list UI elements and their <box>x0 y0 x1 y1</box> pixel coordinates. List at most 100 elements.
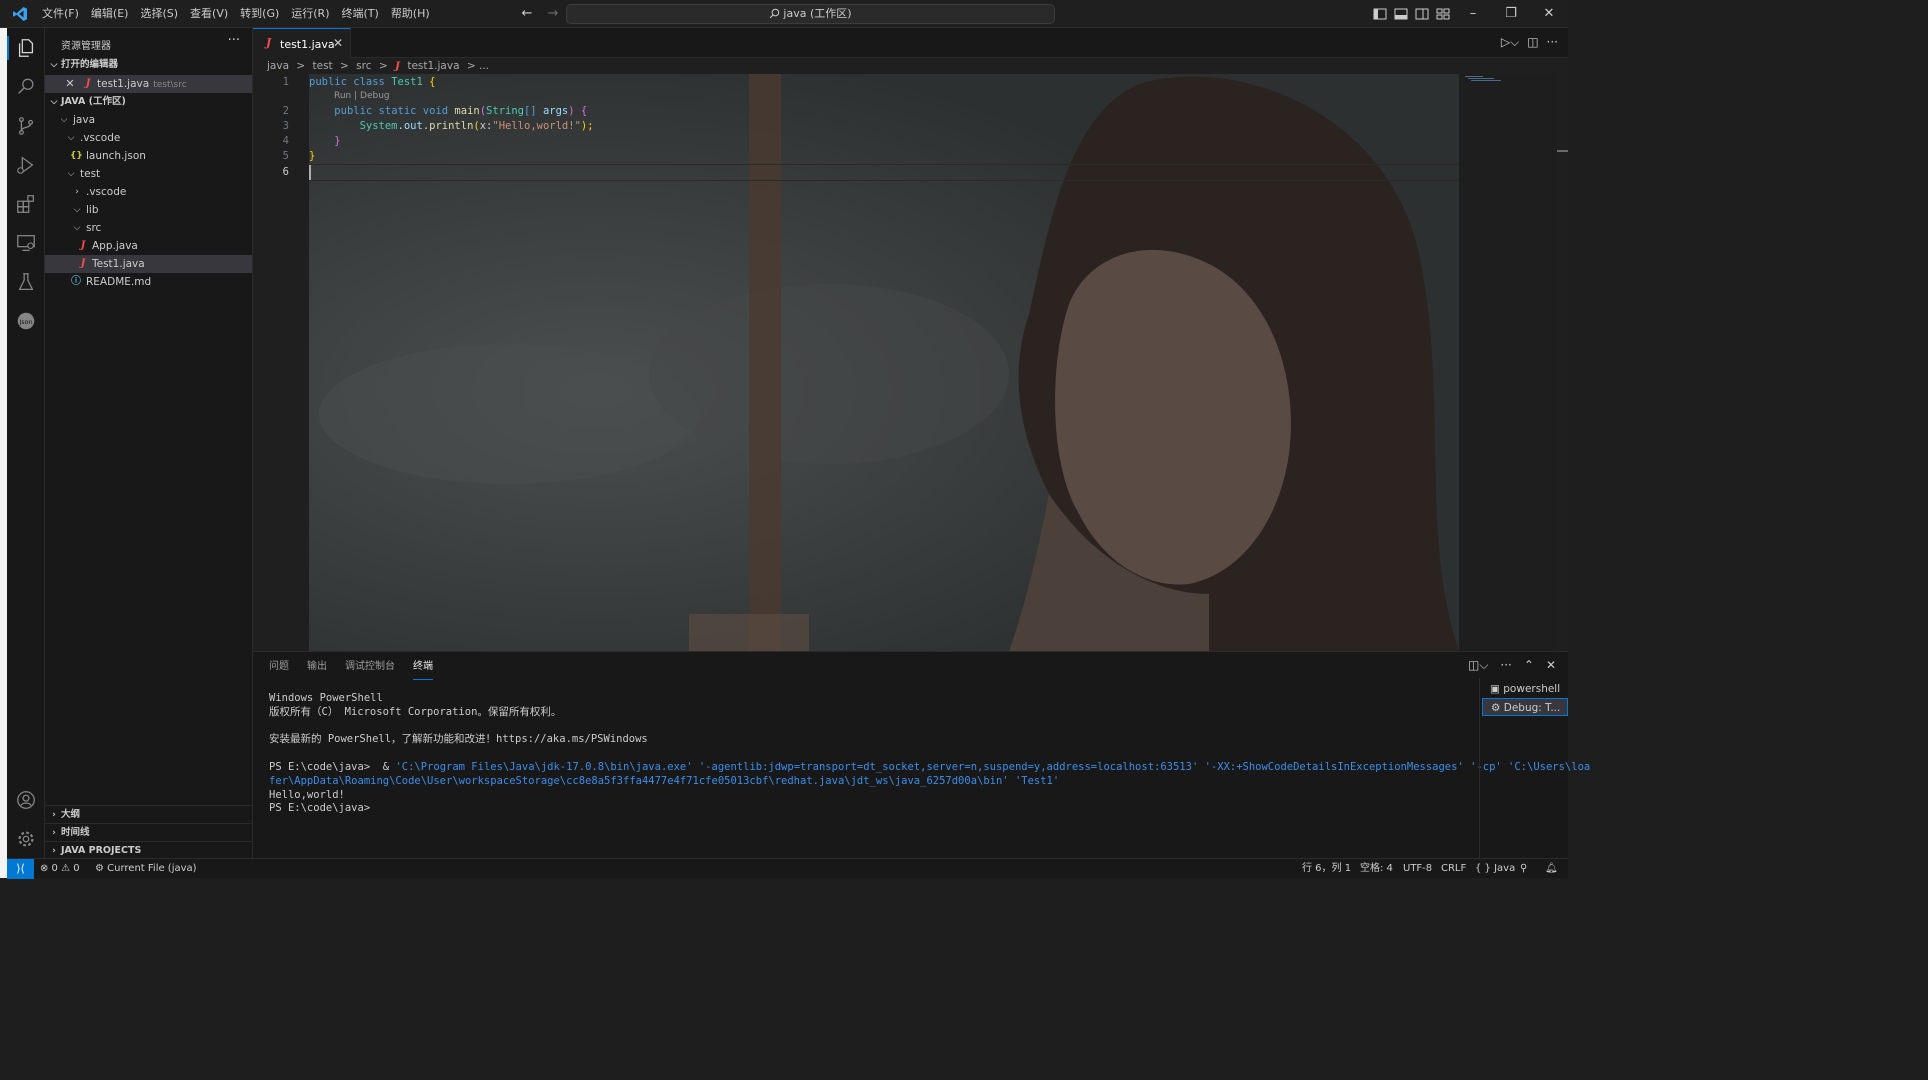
code-editor[interactable]: 1 2 3 4 5 6 public class Test1 { Run | D… <box>253 74 1568 651</box>
line-number: 6 <box>282 166 289 178</box>
java-projects-header[interactable]: › JAVA PROJECTS <box>45 841 252 859</box>
tab-test1-java[interactable]: J test1.java ✕ <box>253 28 351 58</box>
minimize-icon[interactable]: – <box>1454 0 1492 28</box>
indentation-status[interactable]: 空格: 4 <box>1360 859 1393 879</box>
source-control-icon[interactable] <box>15 115 37 137</box>
more-actions-icon[interactable]: ··· <box>228 33 240 48</box>
breadcrumb-item[interactable]: test1.java <box>407 60 459 72</box>
close-icon[interactable]: ✕ <box>65 75 75 93</box>
panel-tabs: 问题 输出 调试控制台 终端 <box>269 660 433 680</box>
panel-actions: ◫⌵ ··· ⌃ ✕ <box>1468 658 1556 673</box>
menu-go[interactable]: 转到(G) <box>234 0 285 28</box>
menu-selection[interactable]: 选择(S) <box>134 0 184 28</box>
outline-header[interactable]: › 大纲 <box>45 805 252 823</box>
close-window-icon[interactable]: ✕ <box>1530 0 1568 28</box>
chevron-down-icon: ⌵ <box>60 115 68 125</box>
open-editor-item[interactable]: ✕ J test1.java test\src <box>45 75 252 93</box>
toggle-primary-sidebar-icon[interactable] <box>1372 6 1388 22</box>
remote-indicator-icon[interactable]: ⟩⟨ <box>7 859 34 879</box>
feedback-icon[interactable]: ⚲ <box>1520 859 1527 879</box>
tree-folder-java[interactable]: ⌵ java <box>45 111 252 129</box>
scrollbar-thumb[interactable] <box>1557 150 1568 152</box>
json-icon[interactable]: Json <box>15 310 37 332</box>
remote-explorer-icon[interactable] <box>15 232 37 254</box>
menu-run[interactable]: 运行(R) <box>285 0 335 28</box>
problems-status[interactable]: ⊗ 0 ⚠ 0 <box>40 859 80 879</box>
chevron-right-icon: › <box>52 810 56 820</box>
tree-file-readme[interactable]: ⓘ README.md <box>45 273 252 291</box>
run-icon[interactable]: ▷⌵ <box>1501 35 1519 50</box>
close-icon[interactable]: ✕ <box>333 36 343 50</box>
tab-terminal[interactable]: 终端 <box>413 660 433 680</box>
back-arrow-icon[interactable]: ← <box>518 5 536 23</box>
tree-file-test1-java[interactable]: J Test1.java <box>45 255 252 273</box>
toggle-secondary-sidebar-icon[interactable] <box>1414 6 1430 22</box>
maximize-panel-icon[interactable]: ⌃ <box>1524 658 1534 673</box>
close-panel-icon[interactable]: ✕ <box>1546 658 1556 673</box>
testing-icon[interactable] <box>15 271 37 293</box>
timeline-header[interactable]: › 时间线 <box>45 823 252 841</box>
tree-folder-src[interactable]: ⌵ src <box>45 219 252 237</box>
split-editor-icon[interactable]: ◫ <box>1527 35 1538 50</box>
search-icon[interactable] <box>15 76 37 98</box>
code-line: System.out.println(x:"Hello,world!"); <box>359 120 594 132</box>
more-actions-icon[interactable]: ··· <box>1547 35 1558 50</box>
breadcrumb-item[interactable]: src <box>356 60 371 72</box>
text-cursor <box>309 165 311 180</box>
open-editors-header[interactable]: ⌵ 打开的编辑器 <box>45 56 252 74</box>
menu-help[interactable]: 帮助(H) <box>385 0 436 28</box>
current-line-highlight <box>309 164 1459 181</box>
toggle-panel-icon[interactable] <box>1393 6 1409 22</box>
minimap[interactable] <box>1459 74 1557 651</box>
menu-edit[interactable]: 编辑(E) <box>85 0 135 28</box>
notifications-bell-icon[interactable]: 🔔︎ <box>1545 859 1558 879</box>
line-number: 1 <box>282 76 289 88</box>
split-terminal-icon[interactable]: ◫⌵ <box>1468 658 1488 673</box>
window-controls: – ❐ ✕ <box>1454 0 1568 28</box>
tree-folder-test-vscode[interactable]: › .vscode <box>45 183 252 201</box>
terminal-icon: ▣ <box>1490 683 1504 695</box>
tree-file-app-java[interactable]: J App.java <box>45 237 252 255</box>
tree-folder-test[interactable]: ⌵ test <box>45 165 252 183</box>
chevron-down-icon: ⌵ <box>67 133 75 143</box>
breadcrumb-separator: > ... <box>466 60 490 72</box>
run-debug-codelens[interactable]: Run | Debug <box>334 91 390 101</box>
restore-icon[interactable]: ❐ <box>1492 0 1530 28</box>
extensions-icon[interactable] <box>15 193 37 215</box>
tree-folder-lib[interactable]: ⌵ lib <box>45 201 252 219</box>
language-mode-status[interactable]: { } Java <box>1475 859 1515 879</box>
command-center-search[interactable]: java (工作区) <box>566 4 1055 24</box>
tab-output[interactable]: 输出 <box>307 660 327 680</box>
vscode-logo-icon <box>13 7 27 21</box>
settings-gear-icon[interactable] <box>15 828 37 850</box>
terminal-prompt: PS E:\code\java> <box>269 802 371 815</box>
terminal-instance-powershell[interactable]: ▣ powershell <box>1482 680 1568 698</box>
tab-problems[interactable]: 问题 <box>269 660 289 680</box>
code-line: public class Test1 { <box>309 76 436 88</box>
tab-label: test1.java <box>280 38 335 51</box>
tree-folder-vscode[interactable]: ⌵ .vscode <box>45 129 252 147</box>
cursor-position-status[interactable]: 行 6，列 1 <box>1302 859 1351 879</box>
run-debug-icon[interactable] <box>15 154 37 176</box>
breadcrumb-item[interactable]: test <box>313 60 333 72</box>
terminal-instance-debug[interactable]: ⚙ Debug: T... <box>1482 698 1568 716</box>
forward-arrow-icon[interactable]: → <box>544 5 562 23</box>
menu-view[interactable]: 查看(V) <box>184 0 234 28</box>
menu-terminal[interactable]: 终端(T) <box>336 0 385 28</box>
eol-status[interactable]: CRLF <box>1441 859 1466 879</box>
encoding-status[interactable]: UTF-8 <box>1403 859 1432 879</box>
vertical-scrollbar[interactable] <box>1557 74 1568 651</box>
launch-config-status[interactable]: ⚙ Current File (java) <box>95 859 197 879</box>
line-number: 2 <box>282 105 289 117</box>
customize-layout-icon[interactable] <box>1435 6 1451 22</box>
workspace-header[interactable]: ⌵ JAVA (工作区) <box>45 93 252 111</box>
explorer-icon[interactable] <box>15 37 37 59</box>
tab-debug-console[interactable]: 调试控制台 <box>345 660 395 680</box>
chevron-down-icon: ⌵ <box>50 97 58 107</box>
terminal-output[interactable]: Windows PowerShell 版权所有（C） Microsoft Corp… <box>269 692 1590 816</box>
accounts-icon[interactable] <box>15 789 37 811</box>
menu-file[interactable]: 文件(F) <box>36 0 85 28</box>
tree-file-launch-json[interactable]: {} launch.json <box>45 147 252 165</box>
breadcrumb-item[interactable]: java <box>267 60 289 72</box>
more-actions-icon[interactable]: ··· <box>1500 658 1511 673</box>
